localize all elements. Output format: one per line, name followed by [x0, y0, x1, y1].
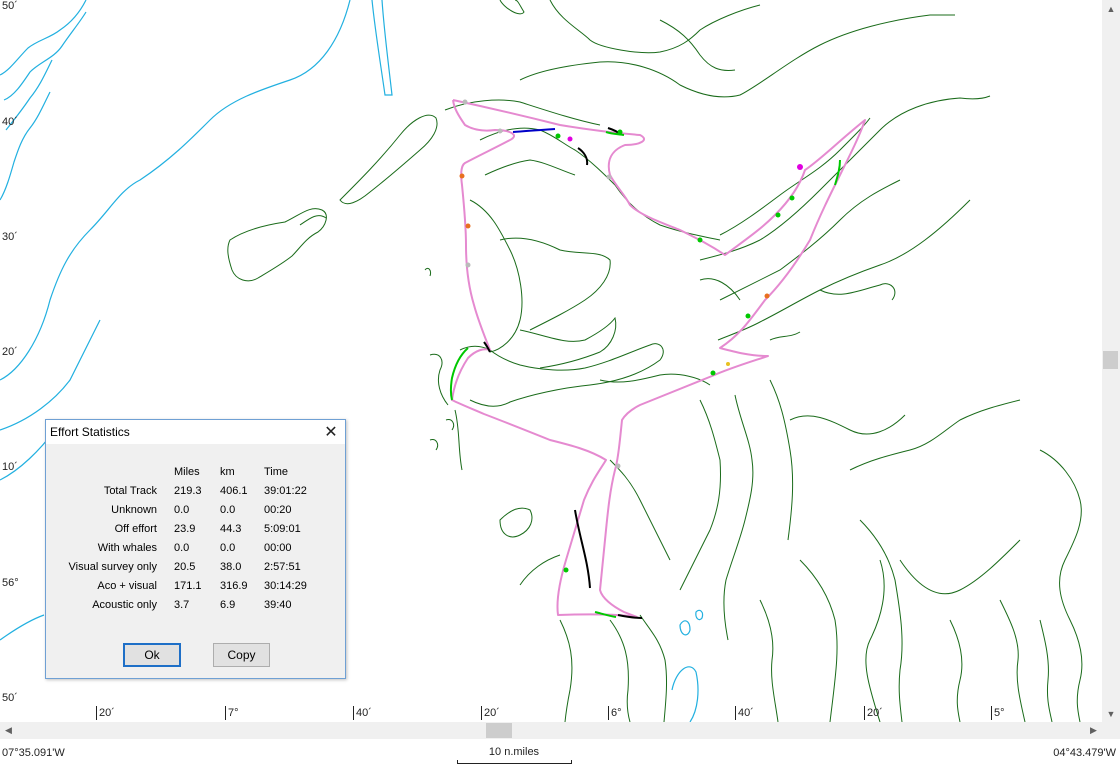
miles-value: 171.1 [174, 579, 202, 592]
row-label: Unknown [111, 503, 157, 516]
row-label: Off effort [114, 522, 157, 535]
table-row: Visual survey only 20.5 38.0 2:57:51 [46, 557, 324, 576]
column-header-time: Time [264, 465, 289, 478]
table-header-row: Miles km Time [46, 462, 324, 481]
lat-label: 20´ [2, 346, 18, 358]
km-value: 44.3 [220, 522, 242, 535]
miles-value: 20.5 [174, 560, 196, 573]
km-value: 0.0 [220, 503, 236, 516]
lat-label: 10´ [2, 461, 18, 473]
km-value: 406.1 [220, 484, 248, 497]
lat-label: 40´ [2, 116, 18, 128]
km-value: 6.9 [220, 598, 236, 611]
lon-label: 20´ [481, 706, 500, 720]
scroll-up-arrow-icon[interactable]: ▲ [1102, 0, 1120, 17]
horizontal-scroll-thumb[interactable] [486, 723, 512, 738]
cursor-longitude-right: 04°43.479'W [1053, 747, 1116, 759]
table-row: Total Track 219.3 406.1 39:01:22 [46, 481, 324, 500]
miles-value: 0.0 [174, 503, 190, 516]
column-header-miles: Miles [174, 465, 200, 478]
table-row: Aco + visual 171.1 316.9 30:14:29 [46, 576, 324, 595]
scale-bar-line [457, 760, 572, 764]
track-markers [459, 99, 803, 573]
time-value: 00:00 [264, 541, 292, 554]
time-value: 39:40 [264, 598, 292, 611]
effort-stats-table: Miles km Time Total Track 219.3 406.1 39… [46, 462, 324, 614]
miles-value: 23.9 [174, 522, 196, 535]
dialog-title: Effort Statistics [50, 425, 130, 439]
time-value: 39:01:22 [264, 484, 307, 497]
miles-value: 0.0 [174, 541, 190, 554]
scale-bar-label: 10 n.miles [488, 746, 540, 758]
table-row: Off effort 23.9 44.3 5:09:01 [46, 519, 324, 538]
vertical-scrollbar[interactable]: ▲ ▼ [1102, 0, 1120, 722]
row-label: Total Track [103, 484, 157, 497]
close-icon[interactable]: ✕ [317, 420, 345, 444]
lon-label: 20´ [96, 706, 115, 720]
lon-label: 40´ [353, 706, 372, 720]
row-label: Acoustic only [92, 598, 157, 611]
scroll-right-arrow-icon[interactable]: ▶ [1085, 722, 1102, 739]
lon-label: 7° [225, 706, 239, 720]
scroll-left-arrow-icon[interactable]: ◀ [0, 722, 17, 739]
lat-label: 50´ [2, 692, 18, 704]
miles-value: 3.7 [174, 598, 190, 611]
row-label: With whales [97, 541, 157, 554]
coastline [227, 0, 1083, 722]
row-label: Aco + visual [97, 579, 157, 592]
lon-label: 6° [608, 706, 622, 720]
cursor-longitude-left: 07°35.091'W [2, 747, 65, 759]
survey-track [449, 99, 866, 619]
horizontal-scrollbar[interactable]: ◀ ▶ [0, 722, 1102, 739]
lon-label: 5° [991, 706, 1005, 720]
scale-bar: 10 n.miles [457, 743, 572, 765]
copy-button[interactable]: Copy [213, 643, 270, 667]
lon-label: 40´ [735, 706, 754, 720]
row-label: Visual survey only [68, 560, 157, 573]
table-row: Unknown 0.0 0.0 00:20 [46, 500, 324, 519]
miles-value: 219.3 [174, 484, 202, 497]
lat-label: 30´ [2, 231, 18, 243]
km-value: 316.9 [220, 579, 248, 592]
time-value: 5:09:01 [264, 522, 301, 535]
lat-label: 56° [2, 577, 19, 589]
table-row: With whales 0.0 0.0 00:00 [46, 538, 324, 557]
vertical-scroll-thumb[interactable] [1103, 351, 1118, 369]
time-value: 30:14:29 [264, 579, 307, 592]
effort-statistics-dialog: Effort Statistics ✕ Miles km Time Total … [45, 419, 346, 679]
lat-label: 50´ [2, 0, 18, 12]
table-row: Acoustic only 3.7 6.9 39:40 [46, 595, 324, 614]
dialog-titlebar[interactable]: Effort Statistics ✕ [46, 420, 345, 444]
km-value: 38.0 [220, 560, 242, 573]
lon-label: 20´ [864, 706, 883, 720]
time-value: 00:20 [264, 503, 292, 516]
scroll-down-arrow-icon[interactable]: ▼ [1102, 705, 1120, 722]
ok-button[interactable]: Ok [123, 643, 181, 667]
status-bar: 07°35.091'W 10 n.miles 04°43.479'W [0, 739, 1120, 769]
scroll-corner [1102, 722, 1120, 739]
time-value: 2:57:51 [264, 560, 301, 573]
column-header-km: km [220, 465, 235, 478]
km-value: 0.0 [220, 541, 236, 554]
